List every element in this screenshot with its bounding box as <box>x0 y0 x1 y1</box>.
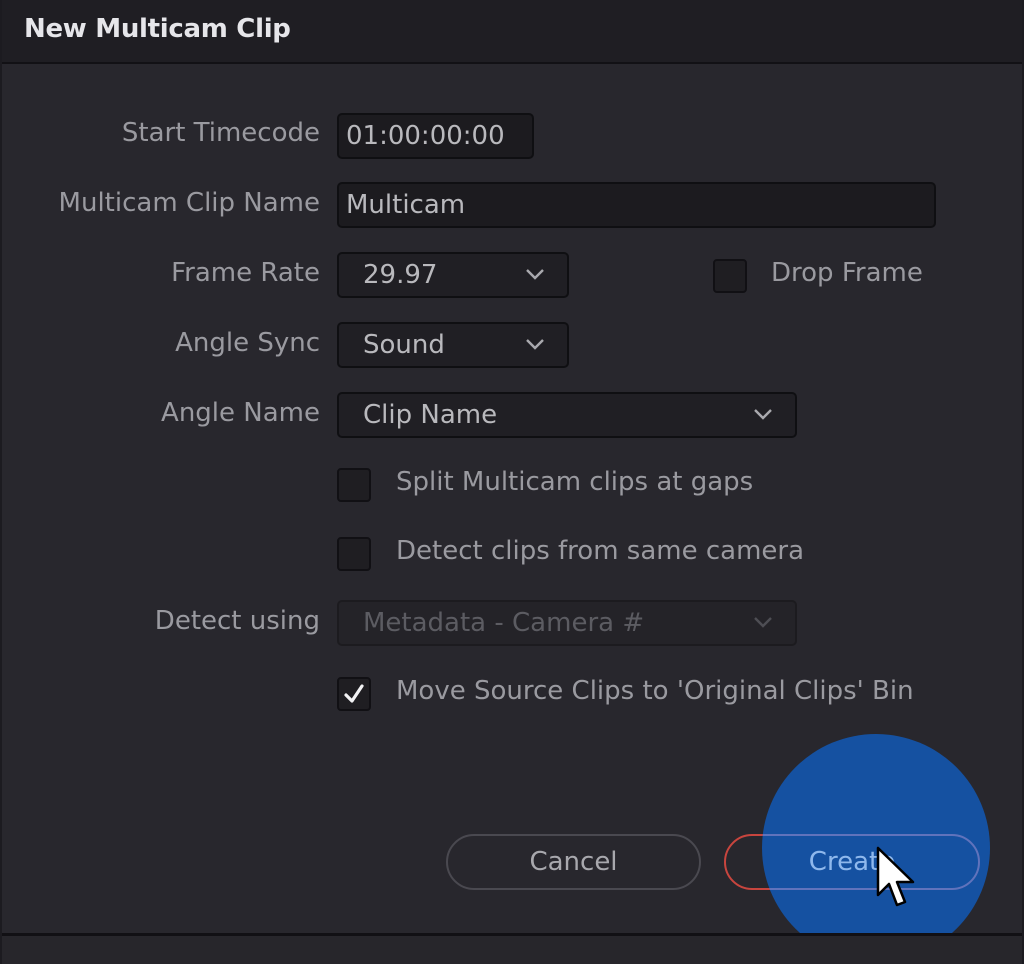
angle-sync-dropdown[interactable]: Sound <box>337 322 569 368</box>
split-at-gaps-label: Split Multicam clips at gaps <box>396 467 754 497</box>
detect-same-camera-checkbox[interactable] <box>337 537 371 571</box>
checkmark-icon <box>344 684 364 703</box>
angle-name-dropdown[interactable]: Clip Name <box>337 392 797 438</box>
detect-using-dropdown: Metadata - Camera # <box>337 600 797 646</box>
chevron-down-icon <box>753 407 773 421</box>
detect-same-camera-label: Detect clips from same camera <box>396 536 805 566</box>
cancel-button[interactable]: Cancel <box>446 834 701 890</box>
clip-name-input[interactable]: Multicam <box>337 182 936 228</box>
detect-using-label: Detect using <box>154 606 320 636</box>
new-multicam-clip-dialog: New Multicam Clip Start Timecode 01:00:0… <box>0 0 1024 964</box>
start-timecode-input[interactable]: 01:00:00:00 <box>337 113 534 159</box>
dialog-title: New Multicam Clip <box>24 14 291 44</box>
dialog-titlebar: New Multicam Clip <box>2 0 1022 64</box>
drop-frame-checkbox[interactable] <box>713 259 747 293</box>
create-button[interactable]: Create <box>724 834 980 890</box>
frame-rate-dropdown[interactable]: 29.97 <box>337 252 569 298</box>
frame-rate-label: Frame Rate <box>171 258 320 288</box>
chevron-down-icon <box>525 337 545 351</box>
dialog-footer <box>2 936 1022 964</box>
chevron-down-icon <box>753 615 773 629</box>
angle-sync-label: Angle Sync <box>175 328 320 358</box>
clip-name-label: Multicam Clip Name <box>58 188 320 218</box>
start-timecode-label: Start Timecode <box>121 118 320 148</box>
angle-sync-value: Sound <box>363 330 445 360</box>
move-source-clips-checkbox[interactable] <box>337 677 371 711</box>
detect-using-value: Metadata - Camera # <box>363 608 645 638</box>
move-source-clips-label: Move Source Clips to 'Original Clips' Bi… <box>396 676 914 706</box>
drop-frame-label: Drop Frame <box>771 258 923 288</box>
chevron-down-icon <box>525 267 545 281</box>
angle-name-value: Clip Name <box>363 400 498 430</box>
angle-name-label: Angle Name <box>161 398 320 428</box>
frame-rate-value: 29.97 <box>363 260 438 290</box>
split-at-gaps-checkbox[interactable] <box>337 468 371 502</box>
